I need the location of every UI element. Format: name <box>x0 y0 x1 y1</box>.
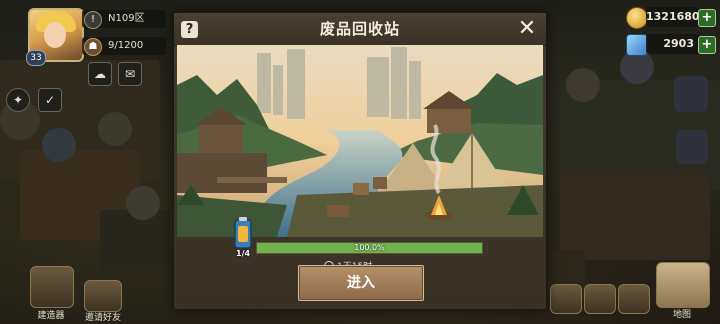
recycle-station-illustration <box>177 45 543 237</box>
builder-label: 建造器 <box>37 311 65 321</box>
scene-art <box>177 45 543 237</box>
region-indicator[interactable]: ! N109区 <box>82 10 166 29</box>
people-icon: ☗ <box>84 38 102 56</box>
coin-icon <box>626 7 648 29</box>
close-button[interactable]: ✕ <box>516 18 538 40</box>
bottom-shortcut[interactable] <box>618 284 650 314</box>
gem-counter: 2903 <box>646 34 700 54</box>
player-level-badge: 33 <box>26 50 46 66</box>
mail-icon[interactable]: ✉ <box>118 62 142 86</box>
population-indicator[interactable]: ☗ 9/1200 <box>82 37 166 56</box>
bottom-shortcut[interactable] <box>584 284 616 314</box>
gem-icon <box>626 34 648 56</box>
add-gems-button[interactable]: + <box>698 36 716 54</box>
dialog-title: 废品回收站 <box>319 20 400 38</box>
item-count: 1/4 <box>236 249 251 258</box>
region-label: N109区 <box>108 13 145 24</box>
bottom-shortcut[interactable] <box>550 284 582 314</box>
recycle-progress-bar: 100.0% <box>256 242 483 254</box>
shield-icon: ! <box>84 11 102 29</box>
gold-counter: 1321680 <box>646 7 700 27</box>
recycle-station-dialog: ? 废品回收站 ✕ 1/4 100.0% 进入 <box>173 12 547 310</box>
progress-text: 100.0% <box>354 243 385 252</box>
invite-friends-label: 邀请好友 <box>84 313 121 323</box>
enter-button[interactable]: 进入 <box>298 265 424 301</box>
avatar-face <box>44 22 66 48</box>
builder-button[interactable] <box>30 266 74 308</box>
invite-friends-button[interactable] <box>84 280 122 312</box>
chat-icon[interactable]: ☁ <box>88 62 112 86</box>
map-button[interactable] <box>656 262 710 308</box>
population-label: 9/1200 <box>108 40 144 51</box>
add-gold-button[interactable]: + <box>698 9 716 27</box>
check-icon[interactable]: ✓ <box>38 88 62 112</box>
event-icon[interactable]: ✦ <box>6 88 30 112</box>
map-label: 地图 <box>672 310 691 320</box>
